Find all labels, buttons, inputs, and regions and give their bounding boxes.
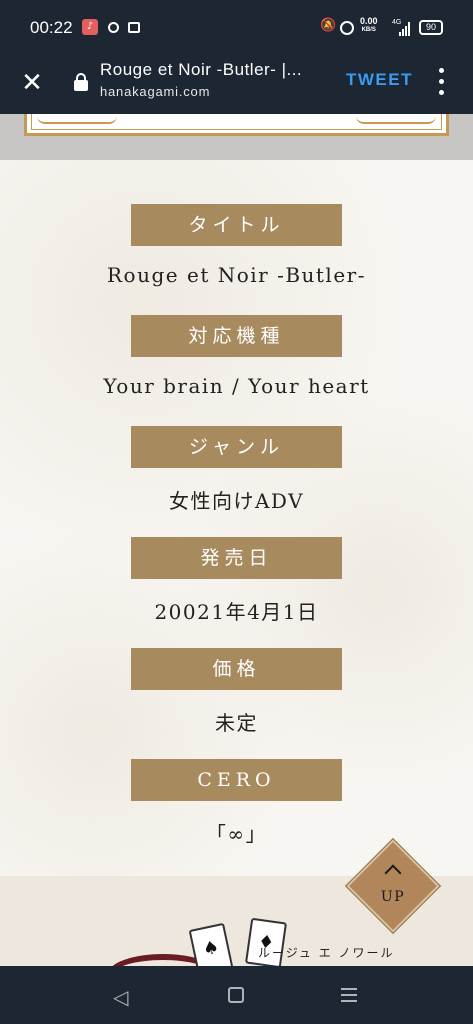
ring-icon — [108, 22, 119, 33]
status-bar: 00:22 ♪ 🔕 0.00 KB/S 4G 90 — [0, 0, 473, 56]
lock-icon[interactable] — [74, 73, 88, 91]
close-icon[interactable]: ✕ — [18, 70, 46, 98]
label-platform: 対応機種 — [131, 315, 342, 357]
tweet-button[interactable]: TWEET — [346, 70, 413, 90]
label-release-date: 発売日 — [131, 537, 342, 579]
status-time: 00:22 — [30, 18, 73, 37]
speed-value: 0.00 — [360, 16, 378, 26]
speed-unit: KB/S — [361, 27, 376, 33]
page-title[interactable]: Rouge et Noir -Butler- |... — [100, 60, 330, 80]
value-genre: 女性向けADV — [168, 489, 305, 513]
scroll-up-content[interactable]: UP — [360, 853, 426, 919]
value-platform: Your brain / Your heart — [103, 374, 370, 398]
label-cero: CERO — [131, 759, 342, 801]
ornament-left — [37, 116, 117, 124]
music-app-icon: ♪ — [82, 19, 98, 35]
alarm-icon — [340, 21, 354, 35]
battery-level: 90 — [425, 22, 436, 32]
up-label: UP — [380, 889, 406, 905]
system-nav-bar: ◁ — [0, 966, 473, 1024]
game-info-section: タイトル Rouge et Noir -Butler- 対応機種 Your br… — [0, 160, 473, 876]
banner-frame — [24, 114, 449, 136]
label-genre: ジャンル — [131, 426, 342, 468]
value-cero: 「∞」 — [205, 822, 268, 846]
back-triangle-icon[interactable]: ◁ — [113, 985, 128, 1009]
network-speed: 0.00 KB/S — [360, 17, 378, 35]
label-price: 価格 — [131, 648, 342, 690]
battery-icon: 90 — [419, 20, 443, 35]
value-price: 未定 — [215, 711, 258, 735]
chevron-up-icon — [384, 864, 402, 882]
page-domain[interactable]: hanakagami.com — [100, 84, 210, 99]
label-title: タイトル — [131, 204, 342, 246]
header-banner — [0, 114, 473, 160]
gallery-icon — [128, 22, 140, 33]
more-vert-icon[interactable] — [434, 68, 448, 96]
value-release-date: 20021年4月1日 — [154, 600, 319, 624]
value-title: Rouge et Noir -Butler- — [107, 263, 366, 287]
recents-icon[interactable] — [341, 988, 357, 1002]
browser-toolbar: ✕ Rouge et Noir -Butler- |... hanakagami… — [0, 56, 473, 114]
card-spade: ♠ — [188, 922, 234, 966]
signal-bars-icon — [399, 22, 411, 36]
logo-kana-text: ルージュ エ ノワール — [258, 946, 395, 960]
mute-bell-icon: 🔕 — [320, 18, 337, 33]
home-square-icon[interactable] — [228, 987, 244, 1003]
ornament-right — [356, 116, 436, 124]
